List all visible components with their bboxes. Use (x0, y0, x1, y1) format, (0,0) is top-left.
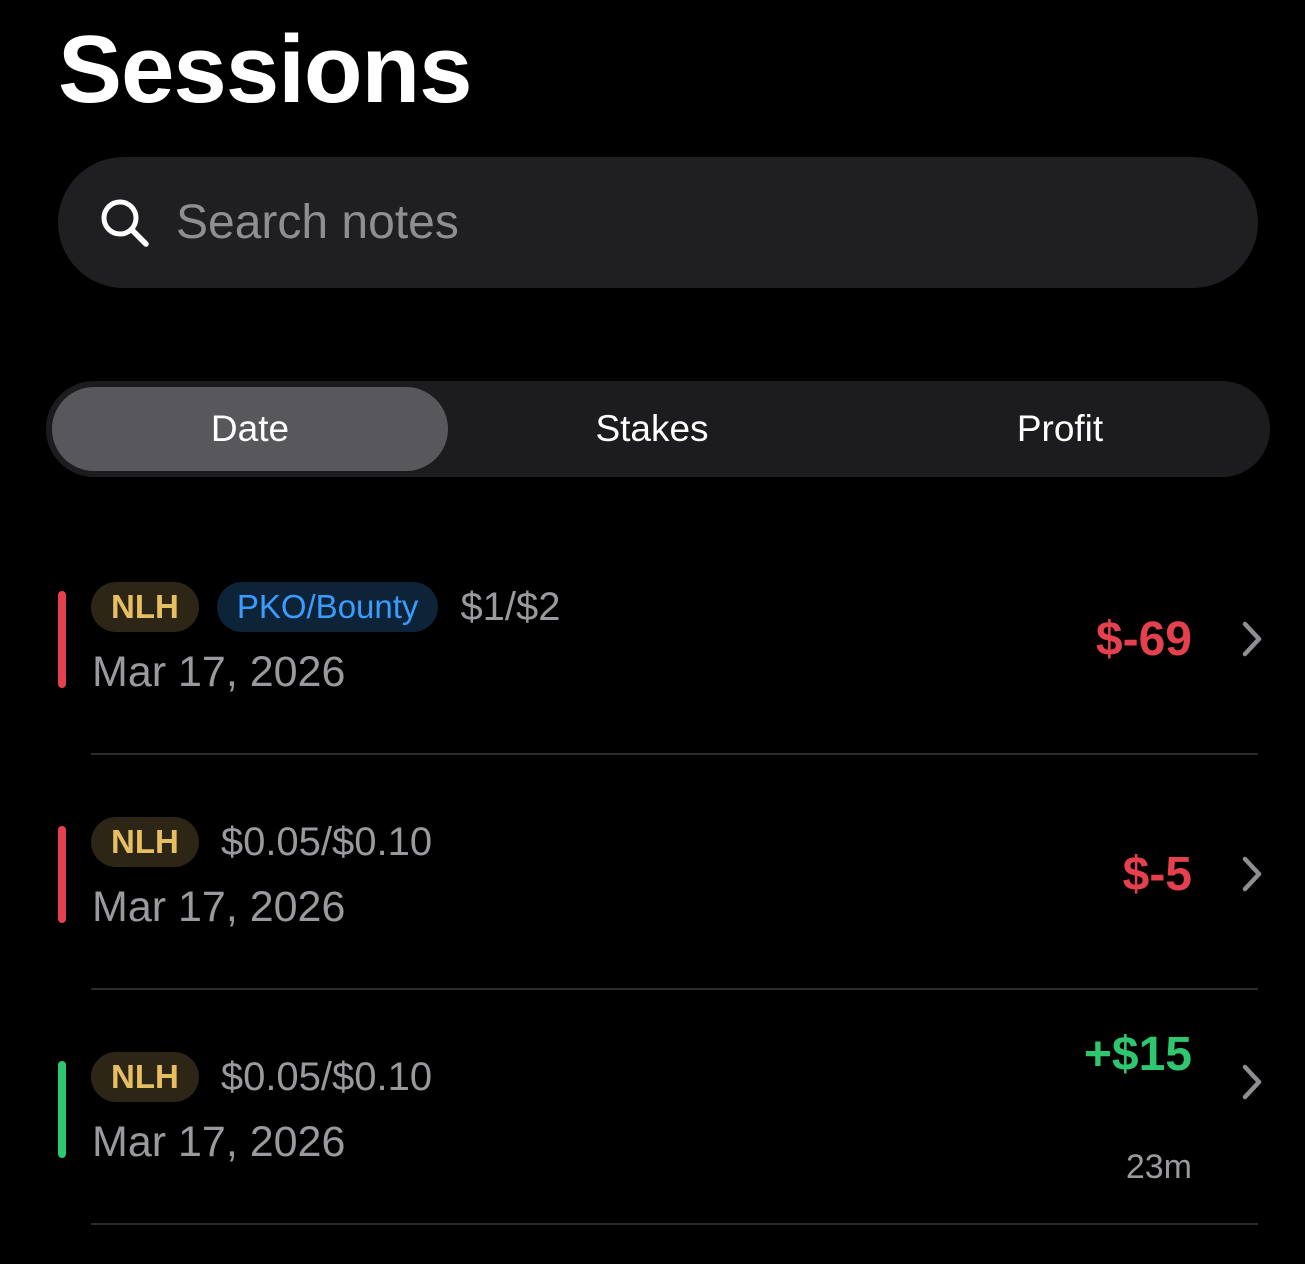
search-icon (98, 196, 152, 250)
session-stakes: $1/$2 (460, 584, 561, 629)
session-duration: 23m (1125, 1148, 1192, 1186)
session-date: Mar 17, 2026 (92, 1118, 346, 1166)
session-profit: +$15 (1083, 1028, 1192, 1081)
search-input[interactable] (176, 195, 1176, 250)
search-bar[interactable] (58, 157, 1258, 288)
sessions-screen: Sessions Date Stakes Profit NLH PKO/Boun… (0, 0, 1305, 1264)
row-divider (91, 1223, 1258, 1225)
session-profit: $-69 (1095, 613, 1192, 666)
sort-option-profit[interactable]: Profit (856, 387, 1264, 471)
sort-option-date[interactable]: Date (52, 387, 448, 471)
chevron-right-icon (1242, 1064, 1262, 1100)
game-type-badge: NLH (91, 817, 199, 867)
session-date: Mar 17, 2026 (92, 883, 346, 931)
session-tags: NLH $0.05/$0.10 (91, 816, 432, 868)
sort-option-label: Stakes (595, 408, 709, 449)
session-date: Mar 17, 2026 (92, 648, 346, 696)
sort-option-stakes[interactable]: Stakes (448, 387, 856, 471)
session-tags: NLH $0.05/$0.10 (91, 1051, 432, 1103)
game-type-badge: NLH (91, 582, 199, 632)
chevron-right-icon (1242, 856, 1262, 892)
session-stakes: $0.05/$0.10 (220, 819, 433, 864)
format-badge: PKO/Bounty (216, 582, 439, 632)
session-row[interactable]: NLH $0.05/$0.10 Mar 17, 2026 +$15 23m (0, 990, 1305, 1225)
page-title: Sessions (58, 16, 473, 123)
result-indicator-bar (58, 1061, 66, 1158)
sort-option-label: Profit (1016, 408, 1104, 449)
session-tags: NLH PKO/Bounty $1/$2 (91, 581, 561, 633)
session-stakes: $0.05/$0.10 (220, 1054, 433, 1099)
sort-option-label: Date (210, 408, 290, 449)
session-row[interactable]: NLH $0.05/$0.10 Mar 17, 2026 $-5 (0, 755, 1305, 990)
game-type-badge: NLH (91, 1052, 199, 1102)
session-row[interactable]: NLH PKO/Bounty $1/$2 Mar 17, 2026 $-69 (0, 520, 1305, 755)
session-profit: $-5 (1122, 848, 1192, 901)
result-indicator-bar (58, 826, 66, 923)
chevron-right-icon (1242, 621, 1262, 657)
result-indicator-bar (58, 591, 66, 688)
session-list: NLH PKO/Bounty $1/$2 Mar 17, 2026 $-69 N… (0, 520, 1305, 1225)
sort-segmented-control: Date Stakes Profit (46, 381, 1270, 477)
